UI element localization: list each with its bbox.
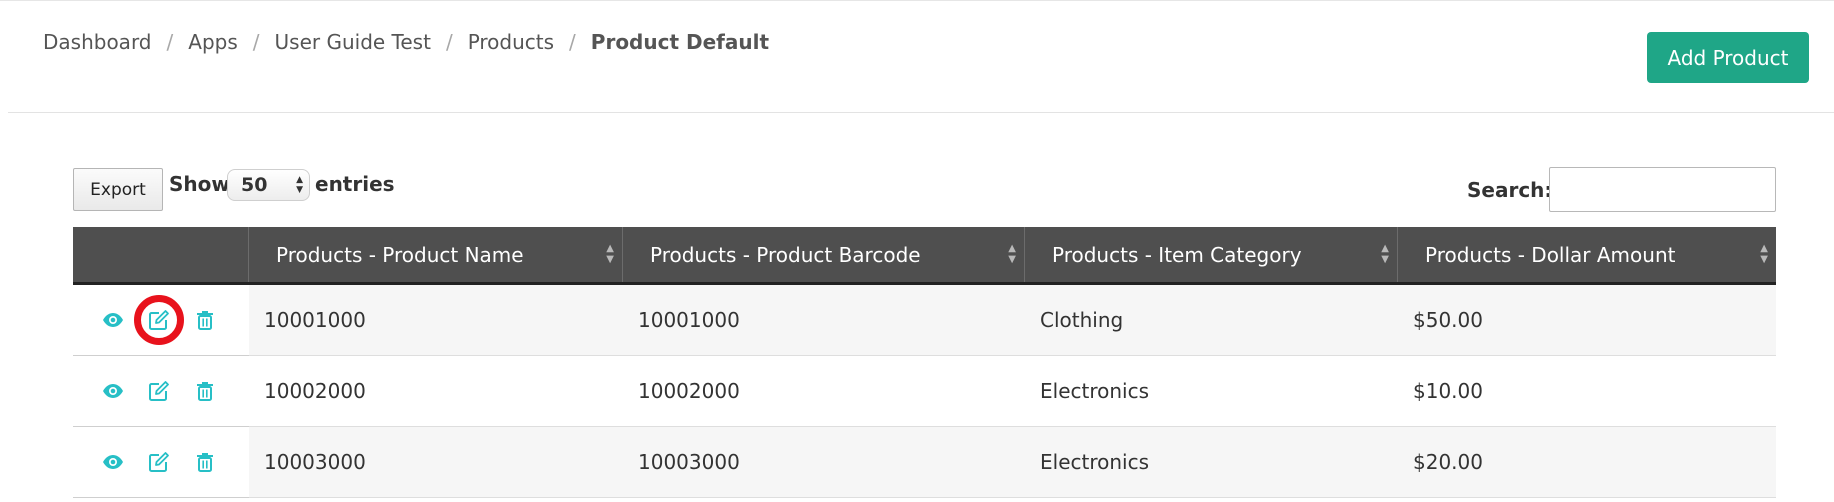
cell-product-name: 10003000 [249, 427, 623, 498]
column-header-item-category[interactable]: Products - Item Category ▲ ▼ [1025, 227, 1398, 282]
show-label: Show [169, 172, 230, 196]
breadcrumb-separator: / [445, 30, 453, 54]
breadcrumb-dashboard[interactable]: Dashboard [43, 30, 152, 54]
breadcrumb-products[interactable]: Products [468, 30, 554, 54]
select-arrows-icon: ▲ ▼ [296, 175, 303, 195]
column-header-label: Products - Dollar Amount [1425, 242, 1676, 267]
cell-product-barcode: 10001000 [623, 285, 1025, 356]
sort-icon: ▲ ▼ [606, 243, 614, 265]
cell-item-category: Clothing [1025, 285, 1398, 356]
row-actions [73, 285, 249, 356]
cell-product-barcode: 10002000 [623, 356, 1025, 427]
cell-dollar-amount: $10.00 [1398, 356, 1776, 427]
edit-icon[interactable] [134, 295, 184, 345]
add-product-button[interactable]: Add Product [1647, 32, 1809, 83]
top-border [0, 0, 1834, 1]
breadcrumb-current-page: Product Default [590, 30, 770, 54]
row-actions [73, 427, 249, 498]
cell-product-name: 10002000 [249, 356, 623, 427]
entries-select-value: 50 [241, 174, 268, 196]
edit-icon[interactable] [146, 449, 172, 475]
breadcrumb-separator: / [569, 30, 576, 54]
edit-icon[interactable] [146, 378, 172, 404]
trash-icon[interactable] [192, 449, 218, 475]
actions-column-header [73, 227, 249, 282]
cell-item-category: Electronics [1025, 427, 1398, 498]
cell-item-category: Electronics [1025, 356, 1398, 427]
table-row: 10001000 10001000 Clothing $50.00 [73, 285, 1776, 356]
table-header: Products - Product Name ▲ ▼ Products - Pr… [73, 227, 1776, 285]
table-row: 10003000 10003000 Electronics $20.00 [73, 427, 1776, 498]
eye-icon[interactable] [100, 307, 126, 333]
eye-icon[interactable] [100, 378, 126, 404]
breadcrumb-user-guide-test[interactable]: User Guide Test [275, 30, 431, 54]
breadcrumb: Dashboard / Apps / User Guide Test / Pro… [43, 30, 769, 54]
column-header-label: Products - Item Category [1052, 242, 1302, 267]
sort-icon: ▲ ▼ [1008, 243, 1016, 265]
cell-product-name: 10001000 [249, 285, 623, 356]
column-header-product-barcode[interactable]: Products - Product Barcode ▲ ▼ [623, 227, 1025, 282]
cell-dollar-amount: $50.00 [1398, 285, 1776, 356]
export-button[interactable]: Export [73, 168, 163, 211]
column-header-product-name[interactable]: Products - Product Name ▲ ▼ [249, 227, 623, 282]
trash-icon[interactable] [192, 378, 218, 404]
breadcrumb-apps[interactable]: Apps [188, 30, 238, 54]
sort-icon: ▲ ▼ [1760, 243, 1768, 265]
header-divider [8, 112, 1834, 113]
entries-per-page-select[interactable]: 50 ▲ ▼ [227, 169, 310, 201]
column-header-label: Products - Product Barcode [650, 242, 921, 267]
column-header-label: Products - Product Name [276, 242, 524, 267]
column-header-dollar-amount[interactable]: Products - Dollar Amount ▲ ▼ [1398, 227, 1776, 282]
breadcrumb-separator: / [166, 30, 174, 54]
sort-icon: ▲ ▼ [1381, 243, 1389, 265]
row-actions [73, 356, 249, 427]
cell-dollar-amount: $20.00 [1398, 427, 1776, 498]
search-label: Search: [1467, 178, 1553, 202]
table-row: 10002000 10002000 Electronics $10.00 [73, 356, 1776, 427]
cell-product-barcode: 10003000 [623, 427, 1025, 498]
entries-label: entries [315, 172, 395, 196]
eye-icon[interactable] [100, 449, 126, 475]
search-input[interactable] [1549, 167, 1776, 212]
trash-icon[interactable] [192, 307, 218, 333]
breadcrumb-separator: / [252, 30, 260, 54]
products-table: Products - Product Name ▲ ▼ Products - Pr… [73, 227, 1776, 498]
